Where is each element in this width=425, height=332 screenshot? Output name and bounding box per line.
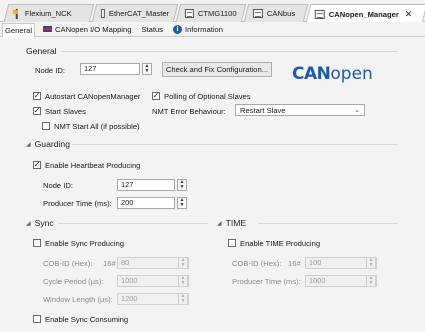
collapse-icon[interactable]: ◢ — [26, 220, 31, 227]
producer-time-field[interactable]: 200 — [117, 197, 175, 209]
tab-label: CANbus — [266, 9, 296, 18]
check-fix-config-button[interactable]: Check and Fix Configuration... — [162, 62, 272, 77]
spin-down-icon[interactable]: ▼ — [181, 299, 186, 304]
logo-bold: CAN — [292, 64, 331, 84]
divider — [72, 144, 397, 145]
time-cobid-spinner[interactable]: ▲ ▼ — [366, 257, 376, 269]
spin-down-icon[interactable]: ▼ — [369, 263, 374, 268]
section-title-text: General — [26, 46, 57, 56]
polling-label: Polling of Optional Slaves — [164, 92, 251, 101]
guarding-node-id-label: Node ID: — [43, 181, 73, 190]
polling-checkbox[interactable] — [152, 92, 160, 100]
divider — [62, 51, 397, 52]
general-section-title: General — [26, 46, 57, 56]
tab-information[interactable]: i Information — [171, 23, 225, 36]
tab-label: CANopen_Manager — [328, 9, 399, 19]
node-id-label: Node ID: — [35, 66, 65, 75]
heartbeat-checkbox[interactable] — [33, 161, 41, 169]
tab-label: Status — [141, 24, 163, 34]
section-title-text: TIME — [225, 218, 247, 228]
guarding-node-id-field[interactable]: 127 — [117, 179, 175, 191]
spin-down-icon[interactable]: ▼ — [369, 281, 374, 286]
nmt-start-all-label: NMT Start All (if possible) — [54, 122, 140, 131]
sync-cobid-spinner[interactable]: ▲ ▼ — [178, 257, 188, 269]
tab-label: CANopen I/O Mapping — [55, 24, 132, 34]
tab-flexium-nck[interactable]: Flexium_NCK — [3, 4, 95, 22]
autostart-checkbox[interactable] — [33, 92, 41, 100]
tab-status[interactable]: Status — [139, 23, 165, 36]
time-producer-spinner[interactable]: ▲ ▼ — [366, 275, 376, 287]
section-title-text: Sync — [34, 218, 54, 228]
tab-label: Flexium_NCK — [24, 9, 72, 18]
tab-ctmg1100[interactable]: CTMG1100 — [175, 4, 247, 22]
document-tab-bar: Flexium_NCK EtherCAT_Master CTMG1100 CAN… — [0, 0, 425, 23]
nmt-start-all-checkbox[interactable] — [42, 122, 50, 130]
tab-label: Information — [184, 24, 223, 34]
module-icon — [100, 9, 105, 18]
guarding-node-id-spinner[interactable]: ▲ ▼ — [177, 179, 187, 191]
divider — [258, 223, 398, 224]
spin-down-icon[interactable]: ▼ — [145, 69, 150, 74]
guarding-section-title: ◢ Guarding — [26, 139, 70, 149]
spin-down-icon[interactable]: ▼ — [180, 203, 185, 208]
time-cobid-prefix: 16# — [288, 259, 301, 268]
nmt-error-label: NMT Error Behaviour: — [152, 107, 226, 116]
select-value: Restart Slave — [240, 105, 286, 115]
tab-ethercat-master[interactable]: EtherCAT_Master — [91, 4, 179, 22]
window-length-label: Window Length (µs): — [43, 295, 113, 304]
device-icon — [12, 8, 21, 19]
collapse-icon[interactable]: ◢ — [217, 220, 222, 227]
heartbeat-label: Enable Heartbeat Producing — [45, 161, 141, 170]
time-cobid-label: COB-ID (Hex): — [232, 259, 282, 268]
sync-consuming-checkbox[interactable] — [33, 315, 41, 323]
node-id-spinner[interactable]: ▲ ▼ — [142, 63, 152, 75]
section-title-text: Guarding — [34, 139, 70, 149]
node-id-field[interactable]: 127 — [80, 63, 140, 75]
module-icon — [184, 9, 195, 18]
producer-time-label: Producer Time (ms): — [43, 199, 112, 208]
logo-light: open — [330, 64, 373, 84]
tab-general[interactable]: General — [2, 22, 36, 38]
tab-canopen-manager[interactable]: CANopen_Manager ✕ — [305, 4, 425, 23]
producer-time-spinner[interactable]: ▲ ▼ — [177, 197, 187, 209]
start-slaves-checkbox[interactable] — [33, 107, 41, 115]
start-slaves-label: Start Slaves — [45, 107, 86, 116]
module-icon — [314, 9, 325, 19]
tab-label: General — [5, 25, 33, 35]
divider — [58, 223, 208, 224]
cycle-period-label: Cycle Period (µs): — [43, 277, 104, 286]
time-producer-label: Producer Time (ms): — [232, 277, 301, 286]
close-icon[interactable]: ✕ — [405, 9, 413, 20]
sync-producing-label: Enable Sync Producing — [45, 239, 124, 248]
time-section-title: ◢ TIME — [217, 218, 246, 228]
sync-section-title: ◢ Sync — [26, 218, 54, 228]
tab-label: CTMG1100 — [198, 9, 237, 18]
tab-label: EtherCAT_Master — [108, 9, 169, 18]
sync-cobid-prefix: 16# — [103, 259, 116, 268]
flag-icon — [43, 26, 53, 32]
chevron-down-icon: ⌄ — [354, 107, 360, 114]
sync-producing-checkbox[interactable] — [33, 239, 41, 247]
autostart-label: Autostart CANopenManager — [45, 92, 141, 101]
collapse-icon[interactable]: ◢ — [26, 141, 31, 148]
tab-canbus[interactable]: CANbus — [243, 4, 309, 22]
tab-canopen-io-mapping[interactable]: CANopen I/O Mapping — [41, 23, 133, 36]
spin-down-icon[interactable]: ▼ — [180, 185, 185, 190]
window-length-spinner[interactable]: ▲ ▼ — [178, 293, 188, 305]
sync-cobid-label: COB-ID (Hex): — [43, 259, 93, 268]
info-icon: i — [172, 24, 182, 34]
time-producing-checkbox[interactable] — [228, 239, 236, 247]
canopen-logo: CAN open — [292, 64, 373, 84]
editor-tab-bar: General CANopen I/O Mapping Status i Inf… — [0, 22, 425, 38]
cycle-period-spinner[interactable]: ▲ ▼ — [178, 275, 188, 287]
nmt-error-select[interactable]: Restart Slave ⌄ — [235, 104, 365, 116]
module-icon — [252, 9, 263, 18]
time-producing-label: Enable TIME Producing — [240, 239, 321, 248]
sync-consuming-label: Enable Sync Consuming — [45, 315, 129, 324]
spin-down-icon[interactable]: ▼ — [181, 263, 186, 268]
spin-down-icon[interactable]: ▼ — [181, 281, 186, 286]
